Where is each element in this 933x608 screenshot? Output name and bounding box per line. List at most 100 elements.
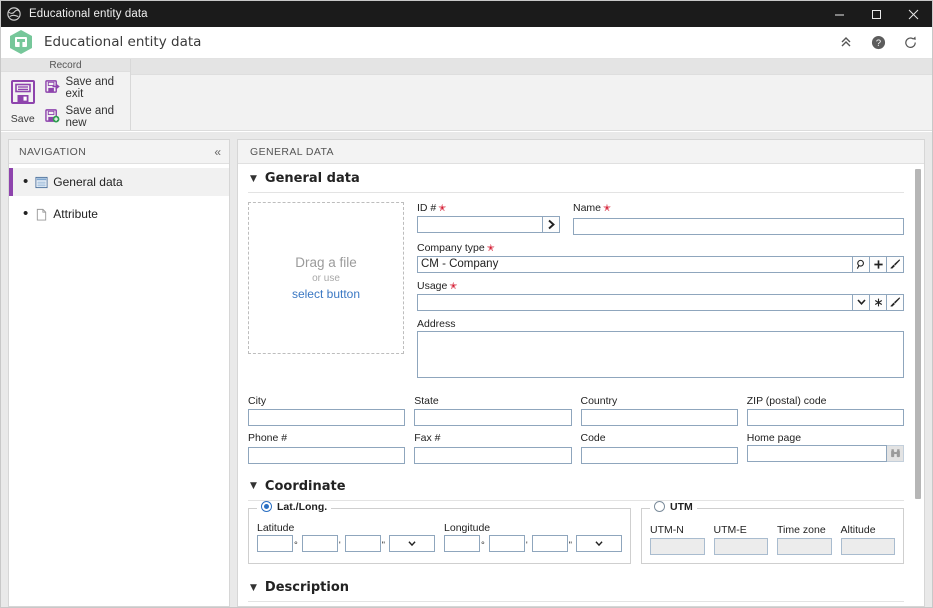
latlong-legend-label: Lat./Long. [277,500,328,513]
time-zone-input[interactable] [777,538,832,555]
brush-icon[interactable] [887,255,904,273]
title-bar: Educational entity data [1,1,932,27]
chevron-down-icon: ▼ [250,582,257,593]
id-field-label: ID # ✭ [417,202,447,214]
save-button-label: Save [10,113,35,125]
save-and-exit-button[interactable]: Save and exit [42,75,126,101]
section-title-label: Coordinate [264,478,346,494]
latlong-legend: Lat./Long. [257,500,332,513]
collapse-ribbon-icon[interactable] [838,34,854,50]
usage-input[interactable] [417,293,853,311]
search-icon[interactable] [853,255,870,273]
save-and-exit-label: Save and exit [65,76,115,100]
brush-icon[interactable] [887,293,904,311]
utm-legend-label: UTM [670,500,693,513]
minute-unit-label: ' [525,539,528,551]
required-marker-icon: ✭ [438,203,447,214]
app-header: Educational entity data ? [1,27,932,58]
help-icon[interactable]: ? [870,34,886,50]
ribbon-toolbar: Record Save Save and exit Save and new [1,58,932,131]
section-body-description [248,602,904,606]
section-title-label: Description [264,580,350,595]
ribbon-empty-area [131,59,932,130]
company-type-input[interactable] [417,255,853,273]
altitude-label: Altitude [840,523,876,536]
navigation-list: • General data • Attribute [9,164,229,606]
latitude-label: Latitude [257,521,295,534]
utm-n-input[interactable] [650,538,705,555]
id-lookup-chevron-right-icon[interactable] [543,216,560,233]
save-and-new-icon [45,108,60,126]
plus-icon[interactable] [870,255,887,273]
content-vertical-scrollbar[interactable] [913,166,922,604]
dropzone-sub-label: or use [312,273,340,284]
refresh-icon[interactable] [902,34,918,50]
latlong-radio[interactable] [261,501,272,512]
breadcrumb: GENERAL DATA [238,140,924,164]
collapse-navigation-icon[interactable]: « [214,146,221,158]
zip-input[interactable] [746,409,904,426]
degree-unit-label: ° [294,539,298,551]
home-page-input[interactable] [746,445,887,462]
file-dropzone[interactable]: Drag a file or use select button [248,202,404,354]
select-file-button[interactable]: select button [292,287,360,301]
sidebar-item-attribute[interactable]: • Attribute [9,200,229,228]
time-zone-label: Time zone [777,523,826,536]
utm-e-input[interactable] [713,538,769,555]
sidebar-item-label: General data [53,175,123,189]
latitude-hemisphere-select[interactable] [389,534,436,552]
longitude-degrees-input[interactable] [444,534,481,552]
section-header-general-data[interactable]: ▼ General data [248,164,904,193]
latitude-degrees-input[interactable] [257,534,293,552]
phone-input[interactable] [248,446,406,464]
maximize-icon[interactable] [858,1,895,27]
ribbon-group-label: Record [1,59,130,72]
utm-radio[interactable] [654,501,666,512]
scrollbar-thumb[interactable] [915,169,921,499]
id-input[interactable] [417,216,543,233]
navigation-header-label: NAVIGATION [19,145,87,158]
longitude-hemisphere-select[interactable] [576,534,623,552]
utm-e-label: UTM-E [713,523,747,536]
city-input[interactable] [248,409,406,426]
header-actions: ? [838,34,924,50]
list-page-icon [35,175,49,189]
content-panel: GENERAL DATA ▼ General data Drag a file … [237,139,925,607]
required-marker-icon: ✭ [603,203,611,214]
section-header-description[interactable]: ▼ Description [248,573,904,602]
binoculars-icon[interactable] [887,445,904,462]
close-icon[interactable] [895,1,932,27]
chevron-down-icon[interactable] [853,293,870,311]
hexagon-entity-icon [7,28,35,56]
document-icon [35,207,49,221]
minute-unit-label: ' [338,539,341,551]
country-input[interactable] [580,409,738,426]
asterisk-icon[interactable] [870,293,887,311]
latlong-fieldset: Lat./Long. Latitude ° ' " Longitude ° ' … [248,500,632,564]
globe-icon [1,1,27,27]
second-unit-label: " [568,539,573,551]
name-field-label: Name ✭ [573,202,611,214]
state-input[interactable] [414,409,572,426]
phone-field-label: Phone # [248,432,288,444]
main-body: NAVIGATION « • General data • Attribute … [1,132,932,607]
save-and-new-button[interactable]: Save and new [42,104,126,130]
code-input[interactable] [580,446,738,464]
save-and-new-label: Save and new [65,105,115,129]
longitude-seconds-input[interactable] [531,534,568,552]
zip-field-label: ZIP (postal) code [746,394,827,407]
longitude-minutes-input[interactable] [488,534,525,552]
navigation-header: NAVIGATION « [9,140,229,164]
latitude-seconds-input[interactable] [344,534,381,552]
svg-text:?: ? [875,37,880,47]
section-header-coordinate[interactable]: ▼ Coordinate [248,472,904,501]
fax-input[interactable] [414,446,572,464]
save-button[interactable]: Save [5,75,40,130]
application-window: Educational entity data Educational enti… [0,0,933,608]
name-input[interactable] [573,217,904,235]
altitude-input[interactable] [840,538,896,555]
minimize-icon[interactable] [821,1,858,27]
address-textarea[interactable] [417,330,904,378]
latitude-minutes-input[interactable] [301,534,338,552]
sidebar-item-general-data[interactable]: • General data [9,168,229,196]
